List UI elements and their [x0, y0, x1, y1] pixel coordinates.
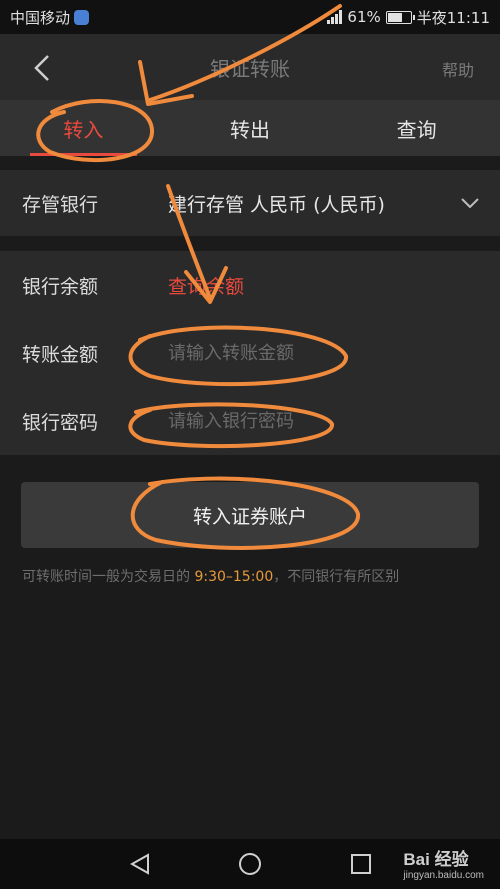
- title-bar: 银证转账 帮助: [0, 34, 500, 100]
- help-link[interactable]: 帮助: [442, 57, 474, 81]
- carrier-app-icon: [74, 9, 90, 25]
- system-nav-bar: Bai 经验 jingyan.baidu.com: [0, 839, 500, 889]
- amount-label: 转账金额: [22, 343, 99, 366]
- bank-label: 存管银行: [22, 193, 99, 216]
- balance-row: 银行余额 查询余额: [0, 251, 500, 319]
- tab-transfer-out[interactable]: 转出: [167, 100, 334, 156]
- time-range: 9:30–15:00: [194, 569, 274, 585]
- nav-home-button[interactable]: [238, 852, 262, 876]
- nav-back-button[interactable]: [128, 852, 152, 876]
- tab-query[interactable]: 查询: [333, 100, 500, 156]
- transfer-time-note: 可转账时间一般为交易日的 9:30–15:00，不同银行有所区别: [22, 569, 400, 585]
- tab-bar: 转入 转出 查询: [0, 100, 500, 156]
- signal-icon: [327, 10, 343, 24]
- amount-row: 转账金额: [0, 319, 500, 387]
- page-title: 银证转账: [210, 57, 290, 81]
- balance-label: 银行余额: [22, 275, 99, 298]
- watermark-url: jingyan.baidu.com: [403, 870, 484, 881]
- password-label: 银行密码: [22, 411, 99, 434]
- amount-input[interactable]: [168, 342, 468, 364]
- circle-home-icon: [239, 853, 261, 875]
- chevron-down-icon[interactable]: [460, 193, 480, 213]
- password-row: 银行密码: [0, 387, 500, 455]
- status-time: 半夜11:11: [416, 8, 490, 27]
- triangle-back-icon: [130, 853, 149, 875]
- status-bar: 中国移动 61% 半夜11:11: [0, 0, 500, 34]
- bank-select-row[interactable]: 存管银行 建行存管 人民币 (人民币): [0, 170, 500, 236]
- bank-value: 建行存管 人民币 (人民币): [168, 193, 385, 216]
- carrier-name: 中国移动: [10, 8, 71, 27]
- nav-recents-button[interactable]: [349, 852, 373, 876]
- password-input[interactable]: [168, 410, 468, 432]
- transfer-form: 银行余额 查询余额 转账金额 银行密码: [0, 251, 500, 455]
- transfer-in-button[interactable]: 转入证券账户: [21, 482, 479, 548]
- battery-icon: [385, 10, 415, 24]
- query-balance-link[interactable]: 查询余额: [168, 272, 244, 299]
- battery-percent: 61%: [347, 8, 381, 26]
- square-recents-icon: [351, 854, 371, 874]
- watermark: Bai 经验 jingyan.baidu.com: [403, 845, 484, 881]
- tab-transfer-in[interactable]: 转入: [0, 100, 167, 156]
- watermark-brand: Bai 经验: [403, 850, 469, 869]
